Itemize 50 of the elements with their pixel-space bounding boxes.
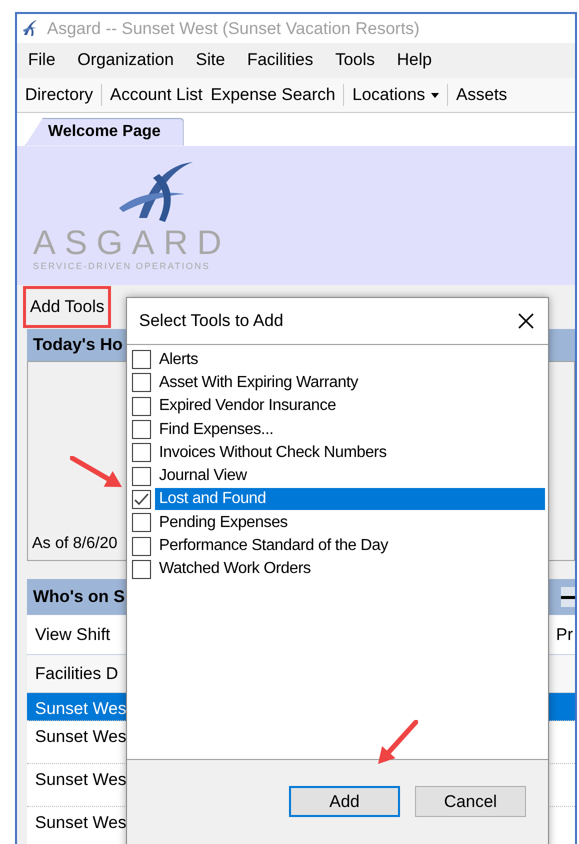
dialog-title: Select Tools to Add: [139, 310, 284, 332]
panel-title: Today's Ho: [33, 334, 123, 356]
as-of-text: As of 8/6/20: [32, 534, 118, 554]
add-tools-button[interactable]: Add Tools: [23, 286, 112, 328]
toolbar-button[interactable]: Expense Search: [206, 82, 340, 108]
collapse-button[interactable]: [561, 587, 575, 608]
logo-wordmark: ASGARD: [33, 226, 232, 260]
menu-item[interactable]: Site: [184, 43, 236, 77]
page-tab[interactable]: Welcome Page: [25, 118, 184, 146]
tool-list-item[interactable]: Invoices Without Check Numbers: [155, 442, 545, 464]
annotation-arrow: [70, 456, 124, 489]
tool-list-item[interactable]: Lost and Found: [155, 488, 545, 510]
app-logo-icon: [21, 18, 39, 38]
checkbox[interactable]: [132, 420, 151, 440]
menu-item[interactable]: Help: [386, 43, 443, 77]
checkbox[interactable]: [132, 466, 151, 486]
checkbox[interactable]: [132, 513, 151, 532]
window-title: Asgard -- Sunset West (Sunset Vacation Resorts): [47, 18, 420, 40]
panel-title: Who's on S: [33, 586, 125, 608]
tool-list-item[interactable]: Expired Vendor Insurance: [155, 395, 545, 418]
tool-list-item[interactable]: Journal View: [155, 465, 545, 488]
annotation-arrow: [376, 720, 418, 766]
menu-item[interactable]: Tools: [324, 43, 386, 77]
menu-item[interactable]: File: [17, 43, 66, 77]
tool-list-item[interactable]: Asset With Expiring Warranty: [155, 372, 545, 394]
checkbox[interactable]: [132, 490, 151, 509]
checkbox[interactable]: [132, 350, 151, 370]
tool-list-item[interactable]: Watched Work Orders: [155, 558, 545, 580]
dialog-button[interactable]: Add: [289, 786, 400, 817]
tool-list-item[interactable]: Pending Expenses: [155, 512, 545, 534]
checkbox[interactable]: [132, 560, 151, 579]
toolbar-button[interactable]: Assets: [452, 82, 512, 108]
checkbox[interactable]: [132, 396, 151, 416]
toolbar-dropdown[interactable]: Locations: [348, 82, 444, 108]
checkbox[interactable]: [132, 373, 151, 392]
menu-item[interactable]: Organization: [66, 43, 185, 77]
menu-item[interactable]: Facilities: [236, 43, 324, 77]
toolbar-button[interactable]: Directory: [21, 82, 98, 108]
toolbar-button[interactable]: Account List: [106, 82, 207, 108]
toolbar-button[interactable]: Pr: [556, 622, 573, 648]
view-shift-button[interactable]: View Shift: [35, 622, 110, 648]
checkbox[interactable]: [132, 536, 151, 556]
tool-list-item[interactable]: Alerts: [155, 348, 545, 371]
close-icon[interactable]: [516, 311, 536, 331]
dialog-button[interactable]: Cancel: [415, 786, 526, 817]
tool-list-item[interactable]: Find Expenses...: [155, 418, 545, 441]
checkbox[interactable]: [132, 443, 151, 462]
logo-tagline: SERVICE-DRIVEN OPERATIONS: [33, 260, 212, 273]
caret-icon: [431, 92, 440, 98]
tool-list-item[interactable]: Performance Standard of the Day: [155, 535, 545, 558]
